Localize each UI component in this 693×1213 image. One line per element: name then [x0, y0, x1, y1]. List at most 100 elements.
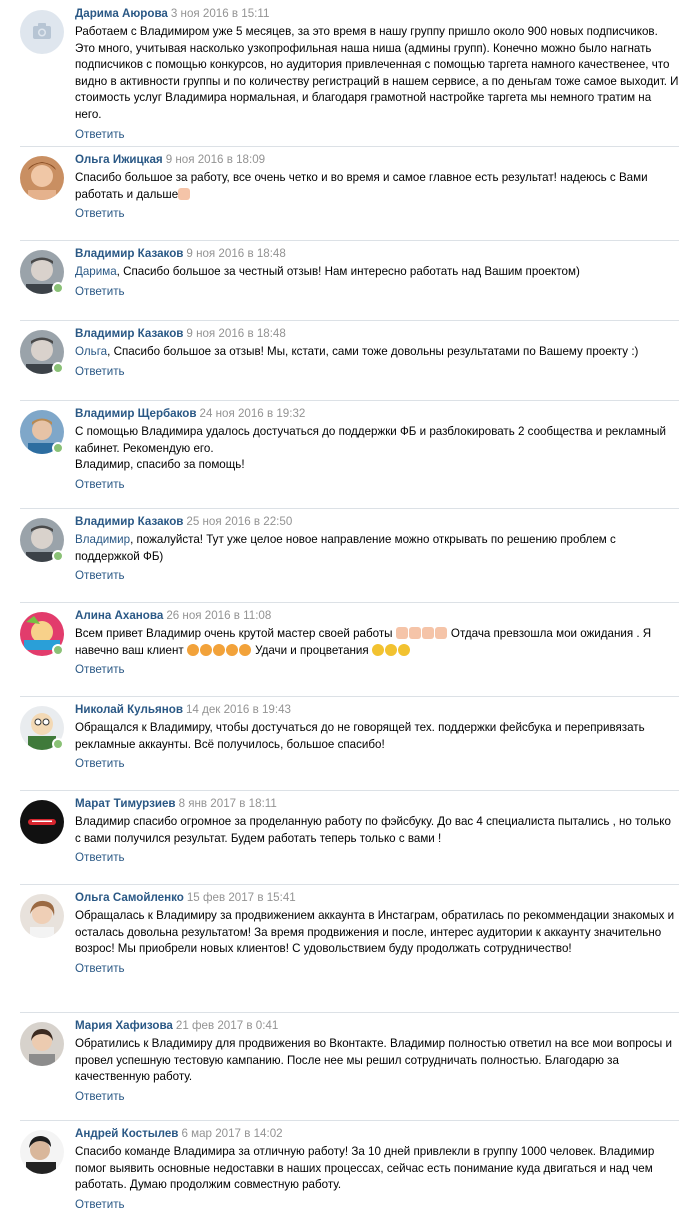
- thumbs-up-icon: [395, 627, 408, 639]
- author-name[interactable]: Николай Кульянов: [75, 703, 183, 716]
- reply-link[interactable]: Ответить: [75, 1089, 125, 1104]
- thumbs-up-icon: [178, 187, 191, 200]
- author-name[interactable]: Андрей Костылев: [75, 1127, 178, 1140]
- author-name[interactable]: Владимир Щербаков: [75, 407, 197, 420]
- comment-text: С помощью Владимира удалось достучаться …: [75, 424, 679, 474]
- mention-link[interactable]: Ольга: [75, 345, 107, 358]
- avatar[interactable]: [20, 518, 64, 562]
- user-photo-icon: [20, 800, 64, 844]
- comment-date[interactable]: 14 дек 2016 в 19:43: [186, 703, 291, 716]
- separator: [20, 146, 679, 147]
- reply-link[interactable]: Ответить: [75, 756, 125, 771]
- avatar[interactable]: [20, 1130, 64, 1174]
- comment-text-part: С помощью Владимира удалось достучаться …: [75, 425, 666, 455]
- avatar[interactable]: [20, 156, 64, 200]
- reply-link[interactable]: Ответить: [75, 127, 125, 142]
- reply-link[interactable]: Ответить: [75, 364, 125, 379]
- reply-link[interactable]: Ответить: [75, 206, 125, 221]
- comment-text-part: Всем привет Владимир очень крутой мастер…: [75, 627, 393, 640]
- separator: [20, 320, 679, 321]
- heart-eyes-icon: [199, 643, 212, 656]
- comment-text-part: , Спасибо большое за отзыв! Мы, кстати, …: [107, 345, 639, 358]
- thumbs-up-icon: [434, 627, 447, 639]
- avatar[interactable]: [20, 10, 64, 54]
- sunglasses-icon: [397, 643, 410, 656]
- comment-text: Ольга, Спасибо большое за отзыв! Мы, кст…: [75, 344, 679, 361]
- thumbs-up-icon: [421, 627, 434, 639]
- comment-date[interactable]: 8 янв 2017 в 18:11: [179, 797, 277, 810]
- comment-text: Обратились к Владимиру для продвижения в…: [75, 1037, 672, 1084]
- avatar[interactable]: [20, 330, 64, 374]
- online-indicator-icon: [52, 442, 64, 454]
- heart-eyes-icon: [225, 643, 238, 656]
- reply-link[interactable]: Ответить: [75, 850, 125, 865]
- author-name[interactable]: Алина Аханова: [75, 609, 163, 622]
- comment-date[interactable]: 24 ноя 2016 в 19:32: [200, 407, 306, 420]
- avatar[interactable]: [20, 706, 64, 750]
- separator: [20, 884, 679, 885]
- separator: [20, 790, 679, 791]
- author-name[interactable]: Владимир Казаков: [75, 327, 183, 340]
- comment-feed: Дарима Аюрова 3 ноя 2016 в 15:11 Работаем…: [0, 0, 693, 1213]
- avatar[interactable]: [20, 250, 64, 294]
- user-photo-icon: [20, 156, 64, 200]
- heart-eyes-icon: [238, 643, 251, 656]
- reply-link[interactable]: Ответить: [75, 961, 125, 976]
- online-indicator-icon: [52, 644, 64, 656]
- comment-date[interactable]: 9 ноя 2016 в 18:09: [166, 153, 265, 166]
- author-name[interactable]: Дарима Аюрова: [75, 7, 168, 20]
- avatar[interactable]: [20, 894, 64, 938]
- comment-date[interactable]: 6 мар 2017 в 14:02: [181, 1127, 282, 1140]
- user-photo-icon: [20, 1130, 64, 1174]
- comment-date[interactable]: 21 фев 2017 в 0:41: [176, 1019, 278, 1032]
- comment-text-part: , Спасибо большое за честный отзыв! Нам …: [116, 265, 580, 278]
- comment-date[interactable]: 3 ноя 2016 в 15:11: [171, 7, 270, 20]
- comment-date[interactable]: 25 ноя 2016 в 22:50: [186, 515, 292, 528]
- mention-link[interactable]: Дарима: [75, 265, 117, 278]
- comment-text-part: Удачи и процветания: [251, 643, 369, 657]
- reply-link[interactable]: Ответить: [75, 1197, 125, 1212]
- comment-text: Спасибо команде Владимира за отличную ра…: [75, 1145, 655, 1192]
- separator: [20, 602, 679, 603]
- separator: [20, 508, 679, 509]
- online-indicator-icon: [52, 282, 64, 294]
- camera-placeholder-icon: [20, 10, 64, 54]
- mention-link[interactable]: Владимир: [75, 533, 130, 546]
- heart-eyes-icon: [212, 643, 225, 656]
- online-indicator-icon: [52, 738, 64, 750]
- author-name[interactable]: Владимир Казаков: [75, 515, 183, 528]
- comment-date[interactable]: 15 фев 2017 в 15:41: [187, 891, 296, 904]
- comment-text: Всем привет Владимир очень крутой мастер…: [75, 626, 679, 659]
- author-name[interactable]: Марат Тимурзиев: [75, 797, 176, 810]
- comment-date[interactable]: 9 ноя 2016 в 18:48: [186, 327, 285, 340]
- reply-link[interactable]: Ответить: [75, 662, 125, 677]
- separator: [20, 400, 679, 401]
- comment-text: Спасибо большое за работу, все очень чет…: [75, 170, 679, 203]
- avatar[interactable]: [20, 800, 64, 844]
- comment-text: Работаем с Владимиром уже 5 месяцев, за …: [75, 25, 679, 121]
- online-indicator-icon: [52, 362, 64, 374]
- comment-text: Обращался к Владимиру, чтобы достучаться…: [75, 721, 645, 751]
- author-name[interactable]: Мария Хафизова: [75, 1019, 173, 1032]
- comment-date[interactable]: 9 ноя 2016 в 18:48: [186, 247, 285, 260]
- author-name[interactable]: Ольга Ижицкая: [75, 153, 163, 166]
- reply-link[interactable]: Ответить: [75, 477, 125, 492]
- online-indicator-icon: [52, 550, 64, 562]
- comment-text-part: , пожалуйста! Тут уже целое новое направ…: [75, 533, 616, 563]
- sunglasses-icon: [384, 643, 397, 656]
- reply-link[interactable]: Ответить: [75, 568, 125, 583]
- sunglasses-icon: [371, 643, 384, 656]
- comment-text-part: Владимир, спасибо за помощь!: [75, 458, 245, 472]
- avatar[interactable]: [20, 612, 64, 656]
- separator: [20, 1120, 679, 1121]
- user-photo-icon: [20, 1022, 64, 1066]
- comment-text-part: Спасибо большое за работу, все очень чет…: [75, 171, 648, 201]
- avatar[interactable]: [20, 1022, 64, 1066]
- author-name[interactable]: Ольга Самойленко: [75, 891, 184, 904]
- comment-date[interactable]: 26 ноя 2016 в 11:08: [166, 609, 271, 622]
- separator: [20, 1012, 679, 1013]
- reply-link[interactable]: Ответить: [75, 284, 125, 299]
- thumbs-up-icon: [408, 627, 421, 639]
- author-name[interactable]: Владимир Казаков: [75, 247, 183, 260]
- avatar[interactable]: [20, 410, 64, 454]
